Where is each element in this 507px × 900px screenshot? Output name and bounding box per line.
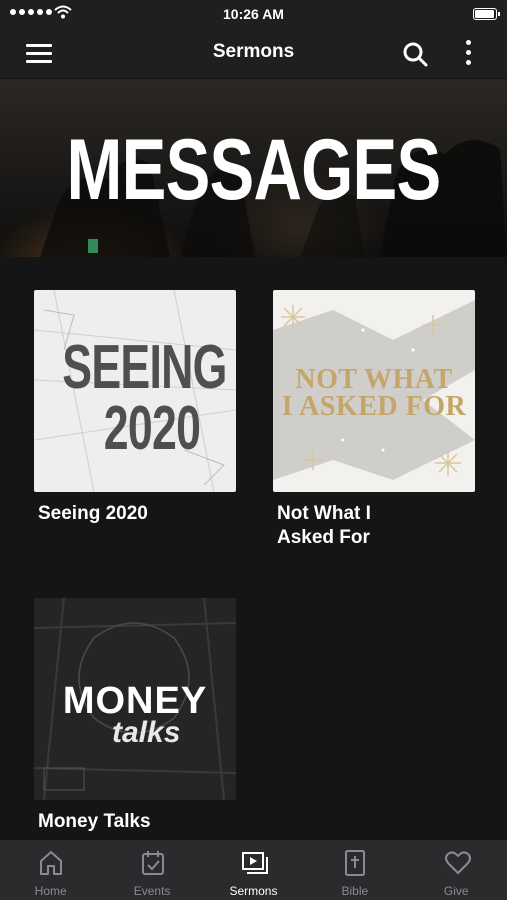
status-bar: 10:26 AM bbox=[0, 0, 507, 28]
artwork-line-2: I ASKED FOR bbox=[281, 391, 467, 422]
tab-home[interactable]: Home bbox=[0, 840, 101, 900]
tab-events[interactable]: Events bbox=[102, 840, 203, 900]
home-icon bbox=[40, 851, 63, 875]
bible-icon bbox=[345, 850, 366, 876]
nav-bar: Sermons bbox=[0, 28, 507, 78]
tab-give[interactable]: Give bbox=[406, 840, 507, 900]
tab-label: Home bbox=[34, 884, 67, 898]
page-title: Sermons bbox=[212, 41, 295, 62]
heart-icon bbox=[444, 851, 471, 874]
tab-label: Events bbox=[133, 884, 171, 898]
search-icon[interactable] bbox=[401, 40, 429, 68]
tab-label: Sermons bbox=[229, 884, 278, 898]
artwork-line-2: talks bbox=[112, 716, 181, 749]
sermon-title: Not What I Asked For bbox=[277, 503, 371, 548]
tab-bible[interactable]: Bible bbox=[304, 840, 405, 900]
sermon-artwork: NOT WHAT I ASKED FOR bbox=[273, 290, 475, 492]
sermon-title: Seeing 2020 bbox=[38, 503, 148, 524]
banner-title: MESSAGES bbox=[66, 122, 442, 218]
sermon-title: Money Talks bbox=[38, 811, 151, 832]
video-icon bbox=[241, 852, 268, 874]
tab-label: Bible bbox=[341, 884, 369, 898]
tab-label: Give bbox=[443, 884, 469, 898]
artwork-line-2: 2020 bbox=[103, 394, 201, 463]
more-options-icon[interactable] bbox=[458, 38, 478, 68]
calendar-icon bbox=[141, 851, 164, 875]
status-time: 10:26 AM bbox=[223, 6, 284, 22]
sermon-artwork: MONEY talks bbox=[34, 598, 236, 800]
messages-banner: MESSAGES bbox=[0, 79, 507, 257]
tab-sermons[interactable]: Sermons bbox=[203, 840, 304, 900]
battery-icon bbox=[473, 8, 500, 20]
sermon-artwork: SEEING 2020 bbox=[34, 290, 236, 492]
bottom-tab-bar: Home Events Sermons Bible Give bbox=[0, 840, 507, 900]
